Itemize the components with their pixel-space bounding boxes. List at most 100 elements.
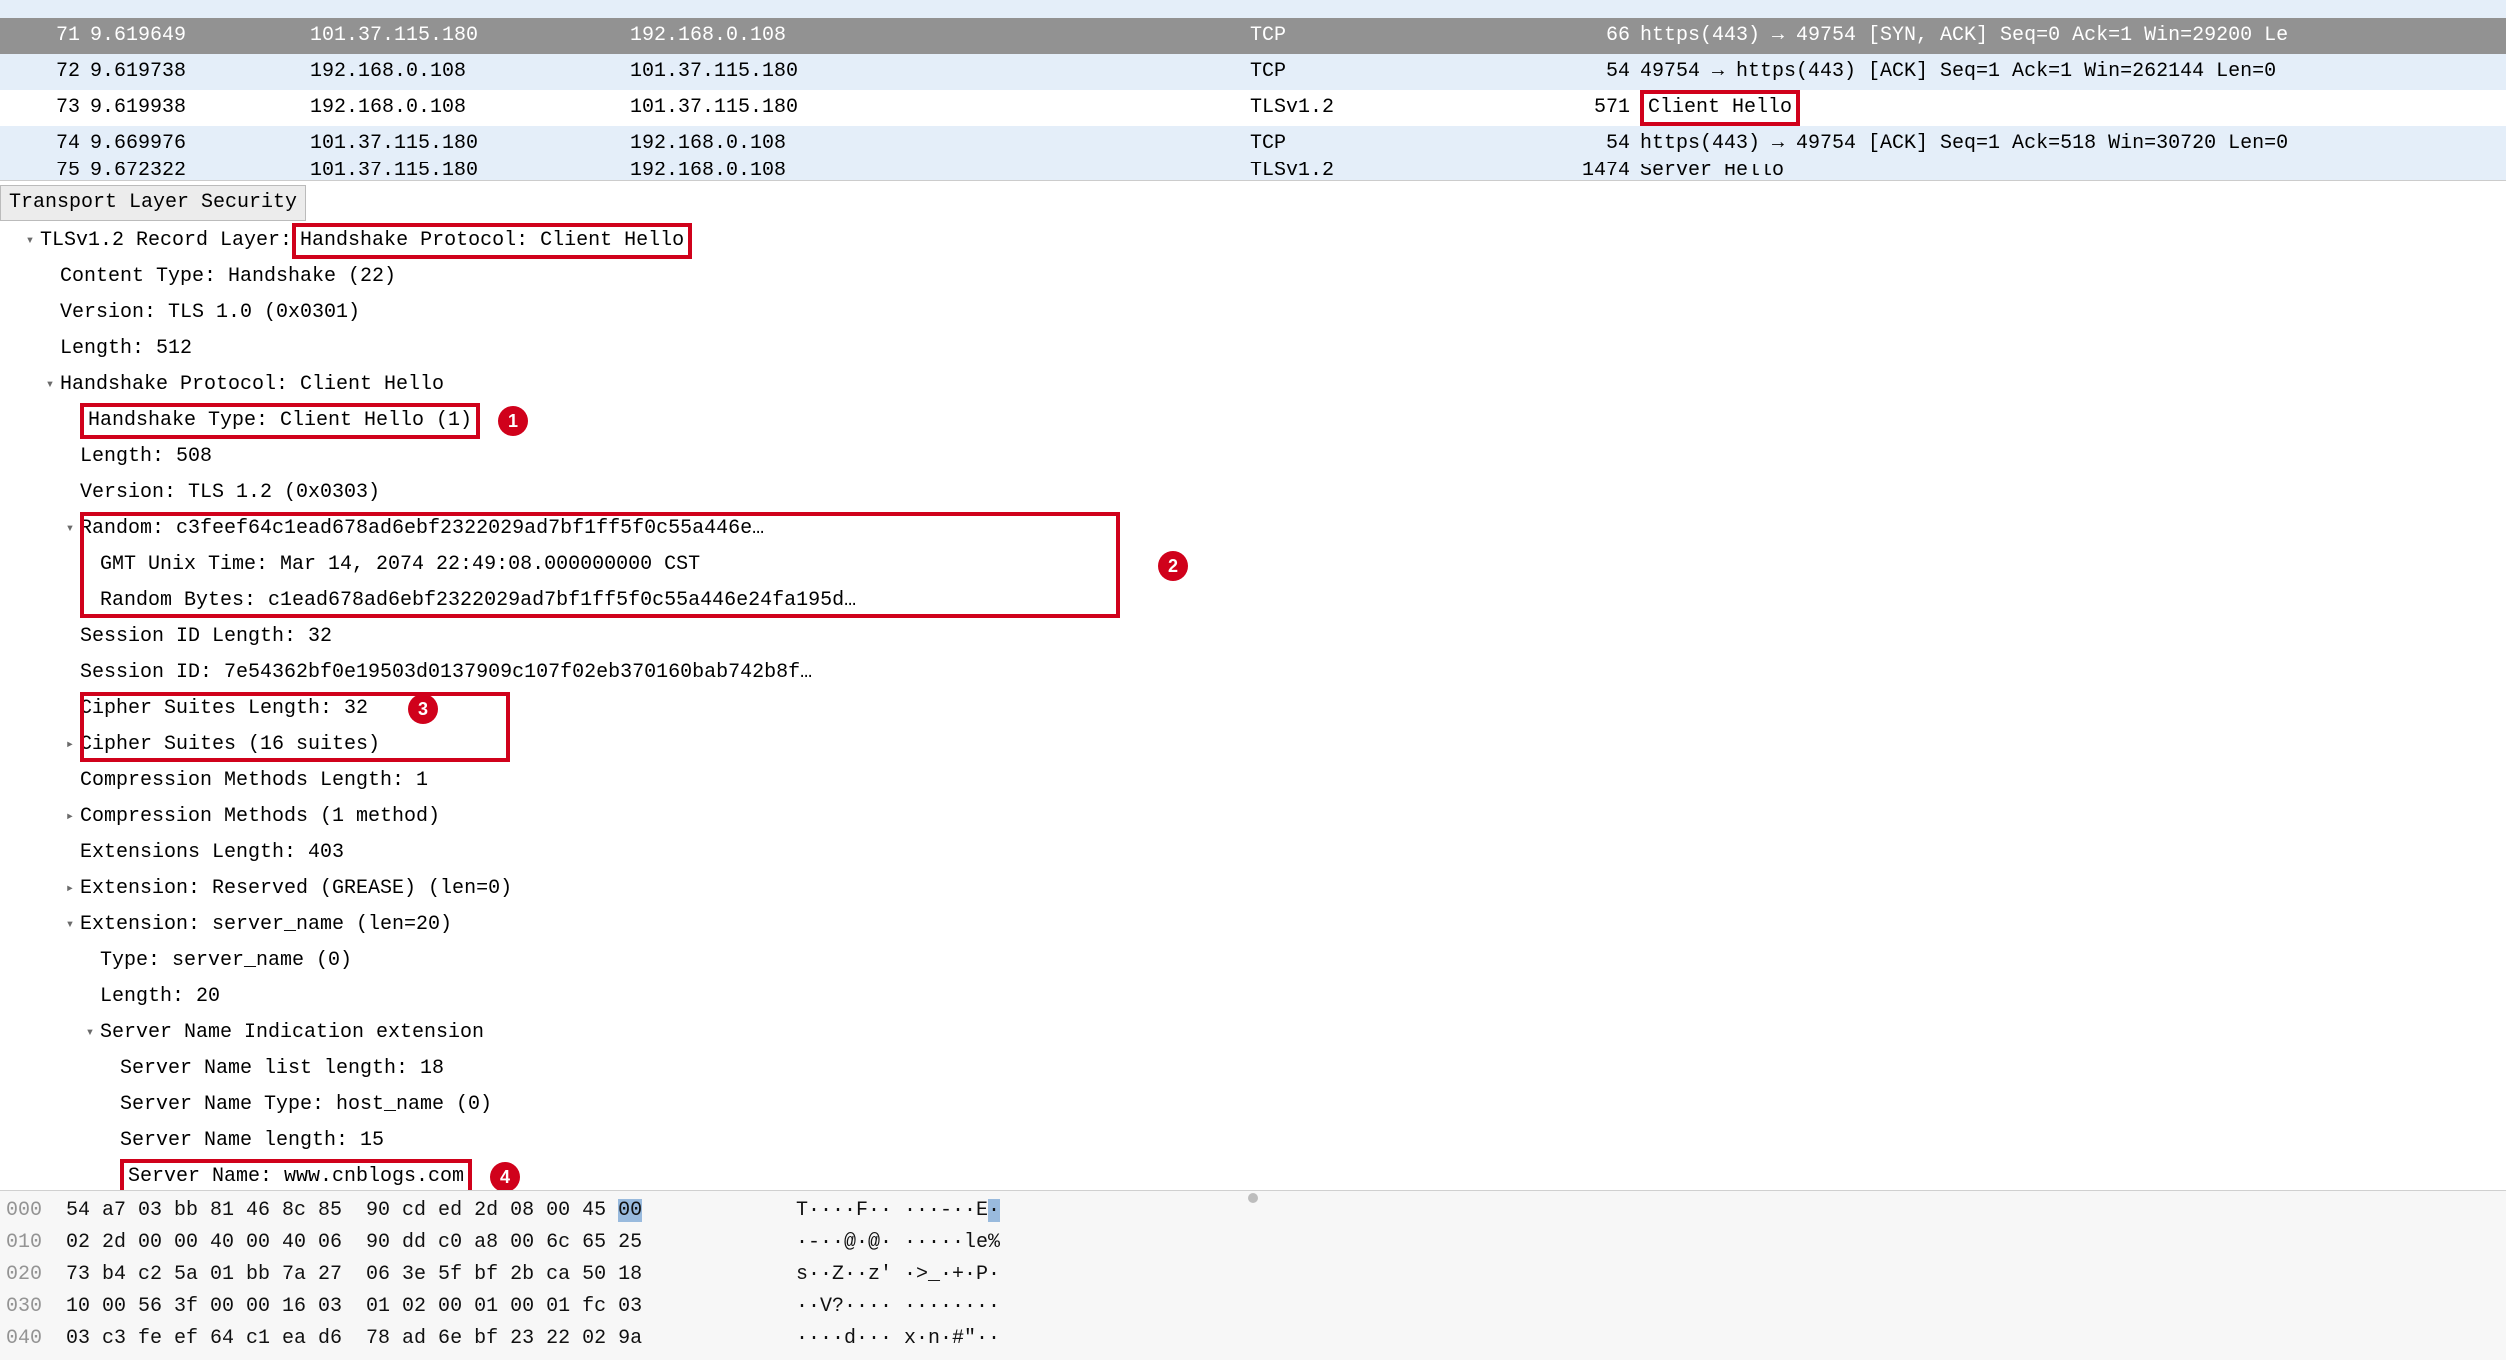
hex-bytes: 03 c3 fe ef 64 c1 ea d6 78 ad 6e bf 23 2… — [66, 1323, 796, 1355]
table-row[interactable]: 719.619649101.37.115.180192.168.0.108TCP… — [0, 18, 2506, 54]
pkt-info: https(443) → 49754 [SYN, ACK] Seq=0 Ack=… — [1640, 19, 2506, 53]
pkt-no: 74 — [35, 127, 90, 161]
pkt-time: 9.619938 — [90, 91, 310, 125]
random[interactable]: Random: c3feef64c1ead678ad6ebf2322029ad7… — [0, 511, 2506, 547]
pkt-dst: 192.168.0.108 — [630, 127, 1250, 161]
chevron-right-icon[interactable] — [60, 871, 80, 907]
pkt-src: 192.168.0.108 — [310, 91, 630, 125]
hex-row[interactable]: 04003 c3 fe ef 64 c1 ea d6 78 ad 6e bf 2… — [0, 1323, 2506, 1355]
chevron-down-icon[interactable] — [40, 367, 60, 403]
pkt-info: Server Hello — [1640, 164, 2506, 178]
pkt-info: Client Hello — [1640, 90, 2506, 126]
pkt-len: 54 — [1530, 127, 1640, 161]
annotation-badge-2: 2 — [1158, 551, 1188, 581]
pkt-src: 192.168.0.108 — [310, 55, 630, 89]
pkt-len: 54 — [1530, 55, 1640, 89]
sni-name-length[interactable]: Server Name length: 15 — [0, 1123, 2506, 1159]
pkt-len: 1474 — [1530, 164, 1640, 178]
pkt-info: https(443) → 49754 [ACK] Seq=1 Ack=518 W… — [1640, 127, 2506, 161]
annotation-badge-1: 1 — [498, 406, 528, 436]
packet-details[interactable]: Transport Layer Security TLSv1.2 Record … — [0, 181, 2506, 1190]
pkt-dst: 101.37.115.180 — [630, 55, 1250, 89]
handshake-header[interactable]: Handshake Protocol: Client Hello — [0, 367, 2506, 403]
details-header: Transport Layer Security — [0, 185, 306, 221]
packet-bytes[interactable]: 00054 a7 03 bb 81 46 8c 85 90 cd ed 2d 0… — [0, 1190, 2506, 1360]
pkt-src: 101.37.115.180 — [310, 164, 630, 178]
annotation-badge-4: 4 — [490, 1162, 520, 1190]
pkt-time: 9.619738 — [90, 55, 310, 89]
version-record[interactable]: Version: TLS 1.0 (0x0301) — [0, 295, 2506, 331]
pkt-prot: TLSv1.2 — [1250, 91, 1530, 125]
hex-ascii: ····d··· x·n·#"·· — [796, 1323, 1000, 1355]
hex-ascii: T····F·· ···-··E· — [796, 1195, 1000, 1227]
packet-list[interactable]: 719.619649101.37.115.180192.168.0.108TCP… — [0, 0, 2506, 181]
session-id[interactable]: Session ID: 7e54362bf0e19503d0137909c107… — [0, 655, 2506, 691]
chevron-down-icon[interactable] — [60, 907, 80, 943]
gmt-time[interactable]: GMT Unix Time: Mar 14, 2074 22:49:08.000… — [0, 547, 2506, 583]
compression-methods-length[interactable]: Compression Methods Length: 1 — [0, 763, 2506, 799]
pkt-len: 66 — [1530, 19, 1640, 53]
extension-grease[interactable]: Extension: Reserved (GREASE) (len=0) — [0, 871, 2506, 907]
pkt-no: 75 — [35, 164, 90, 178]
content-type[interactable]: Content Type: Handshake (22) — [0, 259, 2506, 295]
hex-row[interactable]: 03010 00 56 3f 00 00 16 03 01 02 00 01 0… — [0, 1291, 2506, 1323]
handshake-length[interactable]: Length: 508 — [0, 439, 2506, 475]
chevron-right-icon[interactable] — [60, 799, 80, 835]
record-box: Handshake Protocol: Client Hello — [292, 223, 692, 259]
chevron-down-icon[interactable] — [80, 1015, 100, 1051]
sni-length[interactable]: Length: 20 — [0, 979, 2506, 1015]
pkt-no: 71 — [35, 19, 90, 53]
table-row[interactable]: 749.669976101.37.115.180192.168.0.108TCP… — [0, 126, 2506, 162]
pkt-dst: 101.37.115.180 — [630, 91, 1250, 125]
sni-server-name[interactable]: Server Name: www.cnblogs.com4 — [0, 1159, 2506, 1190]
drag-handle-icon[interactable] — [1248, 1193, 1258, 1203]
table-row[interactable]: 729.619738192.168.0.108101.37.115.180TCP… — [0, 54, 2506, 90]
pkt-src: 101.37.115.180 — [310, 19, 630, 53]
hex-bytes: 73 b4 c2 5a 01 bb 7a 27 06 3e 5f bf 2b c… — [66, 1259, 796, 1291]
pkt-time: 9.619649 — [90, 19, 310, 53]
hex-bytes: 10 00 56 3f 00 00 16 03 01 02 00 01 00 0… — [66, 1291, 796, 1323]
random-bytes[interactable]: Random Bytes: c1ead678ad6ebf2322029ad7bf… — [0, 583, 2506, 619]
hex-row[interactable]: 02073 b4 c2 5a 01 bb 7a 27 06 3e 5f bf 2… — [0, 1259, 2506, 1291]
length-record[interactable]: Length: 512 — [0, 331, 2506, 367]
cipher-suites-length[interactable]: Cipher Suites Length: 323 — [0, 691, 2506, 727]
pkt-dst: 192.168.0.108 — [630, 19, 1250, 53]
record-prefix: TLSv1.2 Record Layer: — [40, 223, 292, 259]
record-layer[interactable]: TLSv1.2 Record Layer: Handshake Protocol… — [0, 223, 2506, 259]
pkt-prot: TCP — [1250, 19, 1530, 53]
sni-name-type[interactable]: Server Name Type: host_name (0) — [0, 1087, 2506, 1123]
cipher-suites[interactable]: Cipher Suites (16 suites) — [0, 727, 2506, 763]
sni-type[interactable]: Type: server_name (0) — [0, 943, 2506, 979]
chevron-down-icon[interactable] — [20, 223, 40, 259]
pkt-dst: 192.168.0.108 — [630, 164, 1250, 178]
hex-bytes: 54 a7 03 bb 81 46 8c 85 90 cd ed 2d 08 0… — [66, 1195, 796, 1227]
compression-methods[interactable]: Compression Methods (1 method) — [0, 799, 2506, 835]
pkt-time: 9.672322 — [90, 164, 310, 178]
hex-bytes: 02 2d 00 00 40 00 40 06 90 dd c0 a8 00 6… — [66, 1227, 796, 1259]
chevron-right-icon[interactable] — [60, 727, 80, 763]
hex-offset: 040 — [6, 1323, 66, 1355]
handshake-type[interactable]: Handshake Type: Client Hello (1)1 — [0, 403, 2506, 439]
chevron-down-icon[interactable] — [60, 511, 80, 547]
hex-ascii: ·-··@·@· ·····le% — [796, 1227, 1000, 1259]
table-row[interactable] — [0, 0, 2506, 18]
hex-offset: 000 — [6, 1195, 66, 1227]
extension-server-name[interactable]: Extension: server_name (len=20) — [0, 907, 2506, 943]
pkt-info: 49754 → https(443) [ACK] Seq=1 Ack=1 Win… — [1640, 55, 2506, 89]
extensions-length[interactable]: Extensions Length: 403 — [0, 835, 2506, 871]
handshake-version[interactable]: Version: TLS 1.2 (0x0303) — [0, 475, 2506, 511]
session-id-length[interactable]: Session ID Length: 32 — [0, 619, 2506, 655]
hex-ascii: s··Z··z' ·>_·+·P· — [796, 1259, 1000, 1291]
table-row[interactable]: 75 9.672322 101.37.115.180 192.168.0.108… — [0, 162, 2506, 180]
pkt-no: 72 — [35, 55, 90, 89]
sni-extension[interactable]: Server Name Indication extension — [0, 1015, 2506, 1051]
pkt-time: 9.669976 — [90, 127, 310, 161]
pkt-len: 571 — [1530, 91, 1640, 125]
hex-offset: 010 — [6, 1227, 66, 1259]
table-row[interactable]: 739.619938192.168.0.108101.37.115.180TLS… — [0, 90, 2506, 126]
pkt-prot: TLSv1.2 — [1250, 164, 1530, 178]
annotation-box-info: Client Hello — [1640, 90, 1800, 126]
hex-offset: 020 — [6, 1259, 66, 1291]
hex-row[interactable]: 01002 2d 00 00 40 00 40 06 90 dd c0 a8 0… — [0, 1227, 2506, 1259]
sni-list-length[interactable]: Server Name list length: 18 — [0, 1051, 2506, 1087]
